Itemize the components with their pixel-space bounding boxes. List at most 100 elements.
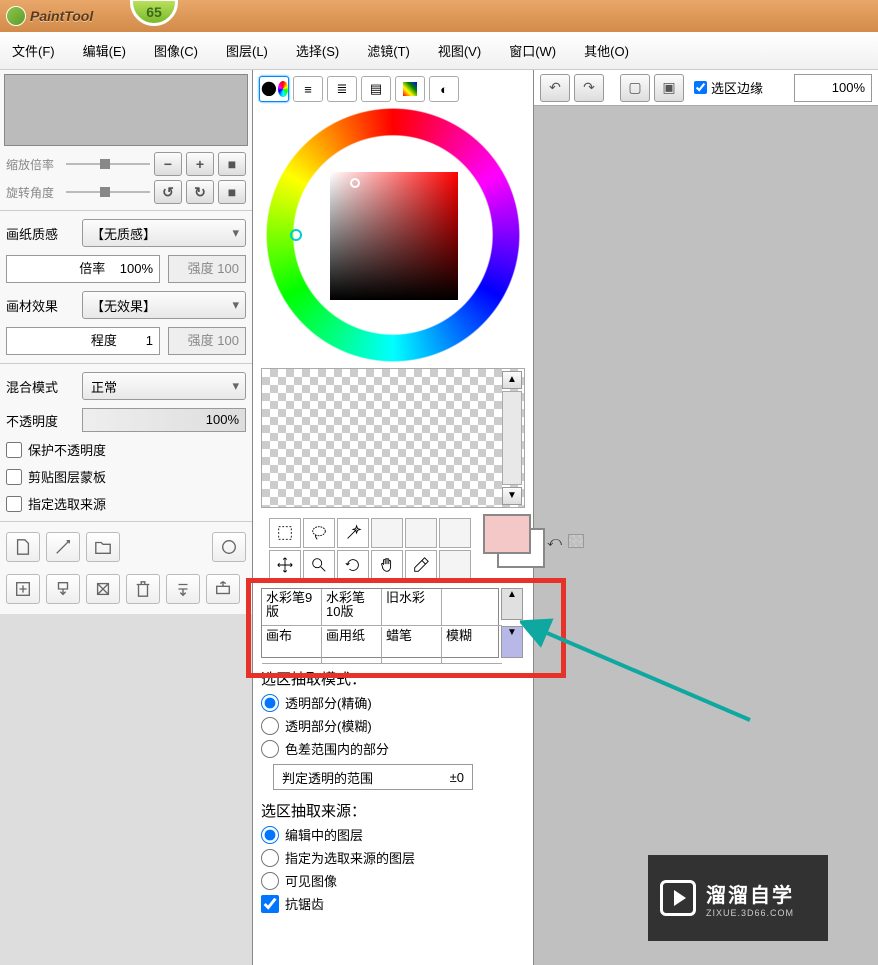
menu-edit[interactable]: 编辑(E) [83, 41, 126, 60]
zoom-out-button[interactable]: − [154, 152, 182, 176]
layer-list[interactable] [0, 614, 252, 965]
undo-button[interactable]: ↶ [540, 74, 570, 102]
transparent-color-icon[interactable] [568, 534, 584, 548]
new-folder-icon[interactable] [86, 532, 120, 562]
swatch-scroll-up[interactable]: ▲ [502, 371, 522, 389]
brush-canvas[interactable]: 画布 [262, 627, 322, 664]
brush-crayon[interactable]: 蜡笔 [382, 627, 442, 664]
color-wheel-mode-icon[interactable] [259, 76, 289, 102]
swap-colors-icon[interactable]: ⤺ [547, 533, 562, 550]
blend-dropdown[interactable]: 正常 [82, 372, 246, 400]
menu-image[interactable]: 图像(C) [154, 41, 198, 60]
menu-select[interactable]: 选择(S) [296, 41, 339, 60]
brush-scroll-down[interactable]: ▼ [501, 626, 523, 658]
tool-empty[interactable] [405, 518, 437, 548]
selection-edge-checkbox[interactable] [694, 81, 707, 94]
brush-scroll-up[interactable]: ▲ [501, 588, 523, 620]
menu-filter[interactable]: 滤镜(T) [367, 41, 410, 60]
tool-empty[interactable] [371, 518, 403, 548]
strength2-value: 100 [217, 333, 239, 348]
new-layer-icon[interactable] [6, 532, 40, 562]
flatten-icon[interactable] [206, 574, 240, 604]
invert-button[interactable]: ▣ [654, 74, 684, 102]
brush-paper[interactable]: 画用纸 [322, 627, 382, 664]
move-tool-icon[interactable] [269, 550, 301, 580]
delete-layer-icon[interactable] [126, 574, 160, 604]
hsv-mode-icon[interactable]: ≣ [327, 76, 357, 102]
color-square[interactable] [330, 172, 458, 300]
swatch-area[interactable]: ▲ ▼ [261, 368, 525, 508]
extract-precise-radio[interactable] [261, 694, 279, 712]
zoom-slider[interactable] [66, 157, 150, 171]
scratchpad-mode-icon[interactable]: ◐ [429, 76, 459, 102]
zoom-input[interactable]: 100% [794, 74, 872, 102]
brush-empty[interactable] [442, 589, 502, 626]
foreground-color[interactable] [483, 514, 531, 554]
menu-file[interactable]: 文件(F) [12, 41, 55, 60]
strength-value: 100 [217, 261, 239, 276]
paper-texture-dropdown[interactable]: 【无质感】 [82, 219, 246, 247]
extract-source-label: 选区抽取来源： [253, 794, 533, 823]
material-dropdown[interactable]: 【无效果】 [82, 291, 246, 319]
rotate-reset-button[interactable]: ■ [218, 180, 246, 204]
opacity-slider[interactable]: 100% [82, 408, 246, 432]
transfer-down-icon[interactable] [166, 574, 200, 604]
menu-view[interactable]: 视图(V) [438, 41, 481, 60]
lasso-tool-icon[interactable] [303, 518, 335, 548]
redo-button[interactable]: ↷ [574, 74, 604, 102]
brush-blur[interactable]: 模糊 [442, 627, 502, 664]
rect-select-tool-icon[interactable] [269, 518, 301, 548]
transparent-range-input[interactable]: 判定透明的范围 ±0 [273, 764, 473, 790]
assign-src-checkbox[interactable] [6, 496, 22, 512]
merge-down-icon[interactable] [46, 574, 80, 604]
antialias-checkbox[interactable] [261, 895, 279, 913]
eyedropper-tool-icon[interactable] [405, 550, 437, 580]
deselect-button[interactable]: ▢ [620, 74, 650, 102]
blend-label: 混合模式 [6, 377, 74, 396]
source-editing-radio[interactable] [261, 826, 279, 844]
app-title: PaintTool [30, 8, 93, 24]
swatch-scrollbar[interactable] [502, 391, 522, 485]
canvas-area[interactable] [534, 106, 878, 965]
brush-watercolor9[interactable]: 水彩笔9版 [262, 589, 322, 626]
strength-label: 强度 [188, 261, 214, 276]
selection-edge-label: 选区边缘 [711, 78, 763, 97]
menu-layer[interactable]: 图层(L) [226, 41, 268, 60]
source-visible-radio[interactable] [261, 872, 279, 890]
tool-empty[interactable] [439, 518, 471, 548]
tool-empty[interactable] [439, 550, 471, 580]
rotate-right-button[interactable]: ↻ [186, 180, 214, 204]
rotate-left-button[interactable]: ↺ [154, 180, 182, 204]
zoom-reset-button[interactable]: ■ [218, 152, 246, 176]
brush-old-watercolor[interactable]: 旧水彩 [382, 589, 442, 626]
zoom-tool-icon[interactable] [303, 550, 335, 580]
rgb-mode-icon[interactable]: ≡ [293, 76, 323, 102]
source-assigned-radio[interactable] [261, 849, 279, 867]
source-editing-label: 编辑中的图层 [285, 825, 363, 844]
brush-watercolor10[interactable]: 水彩笔10版 [322, 589, 382, 626]
new-linework-icon[interactable] [46, 532, 80, 562]
gray-mode-icon[interactable]: ▤ [361, 76, 391, 102]
swatch-scroll-down[interactable]: ▼ [502, 487, 522, 505]
magic-wand-tool-icon[interactable] [337, 518, 369, 548]
degree-label: 程度 [91, 333, 117, 348]
clear-layer-icon[interactable] [86, 574, 120, 604]
extract-colordiff-label: 色差范围内的部分 [285, 739, 389, 758]
degree-input[interactable]: 程度 1 [6, 327, 160, 355]
extract-colordiff-radio[interactable] [261, 740, 279, 758]
rotate-slider[interactable] [66, 185, 150, 199]
palette-mode-icon[interactable] [395, 76, 425, 102]
protect-checkbox[interactable] [6, 442, 22, 458]
menu-window[interactable]: 窗口(W) [509, 41, 556, 60]
clip-checkbox[interactable] [6, 469, 22, 485]
hand-tool-icon[interactable] [371, 550, 403, 580]
scale-input[interactable]: 倍率 100% [6, 255, 160, 283]
extract-fuzzy-radio[interactable] [261, 717, 279, 735]
color-wheel[interactable] [266, 108, 520, 362]
navigator-thumbnail[interactable] [4, 74, 248, 146]
rotate-tool-icon[interactable] [337, 550, 369, 580]
menu-other[interactable]: 其他(O) [584, 41, 629, 60]
zoom-in-button[interactable]: + [186, 152, 214, 176]
add-layer-icon[interactable] [6, 574, 40, 604]
layer-mask-icon[interactable] [212, 532, 246, 562]
